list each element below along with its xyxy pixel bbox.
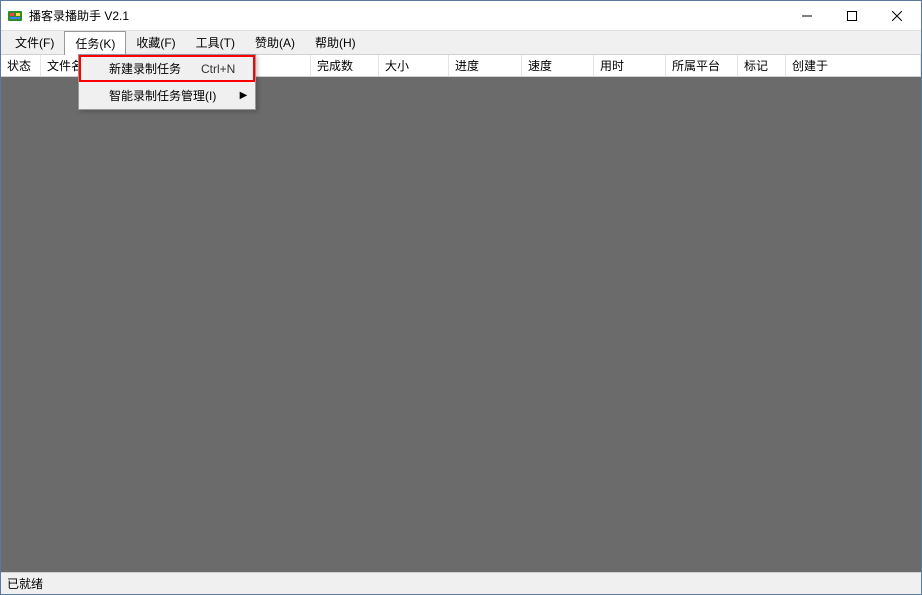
maximize-button[interactable] <box>829 2 874 30</box>
titlebar: 播客录播助手 V2.1 <box>1 1 921 31</box>
task-dropdown: 新建录制任务 Ctrl+N 智能录制任务管理(I) ▶ <box>78 54 256 110</box>
col-progress[interactable]: 进度 <box>449 55 522 76</box>
menu-item-label: 智能录制任务管理(I) <box>109 87 216 104</box>
menu-new-record-task[interactable]: 新建录制任务 Ctrl+N <box>79 55 255 82</box>
col-platform[interactable]: 所属平台 <box>666 55 738 76</box>
col-status[interactable]: 状态 <box>1 55 41 76</box>
statusbar: 已就绪 <box>1 572 921 594</box>
menu-task[interactable]: 任务(K) <box>64 31 126 55</box>
menu-file[interactable]: 文件(F) <box>5 31 64 54</box>
menubar: 文件(F) 任务(K) 收藏(F) 工具(T) 赞助(A) 帮助(H) <box>1 31 921 55</box>
window-controls <box>784 2 919 30</box>
menu-favorites[interactable]: 收藏(F) <box>126 31 185 54</box>
col-elapsed[interactable]: 用时 <box>594 55 666 76</box>
col-speed[interactable]: 速度 <box>522 55 594 76</box>
col-size[interactable]: 大小 <box>379 55 449 76</box>
content-area <box>1 77 921 572</box>
app-icon <box>7 8 23 24</box>
window-title: 播客录播助手 V2.1 <box>29 7 784 24</box>
close-button[interactable] <box>874 2 919 30</box>
menu-help[interactable]: 帮助(H) <box>305 31 366 54</box>
col-mark[interactable]: 标记 <box>738 55 786 76</box>
status-text: 已就绪 <box>7 575 43 592</box>
col-created[interactable]: 创建于 <box>786 55 921 76</box>
menu-tools[interactable]: 工具(T) <box>186 31 245 54</box>
minimize-button[interactable] <box>784 2 829 30</box>
menu-item-label: 新建录制任务 <box>109 60 181 77</box>
menu-smart-record-manage[interactable]: 智能录制任务管理(I) ▶ <box>79 82 255 109</box>
menu-sponsor[interactable]: 赞助(A) <box>245 31 305 54</box>
menu-item-shortcut: Ctrl+N <box>201 62 235 76</box>
submenu-arrow-icon: ▶ <box>240 90 248 101</box>
col-completed[interactable]: 完成数 <box>311 55 379 76</box>
